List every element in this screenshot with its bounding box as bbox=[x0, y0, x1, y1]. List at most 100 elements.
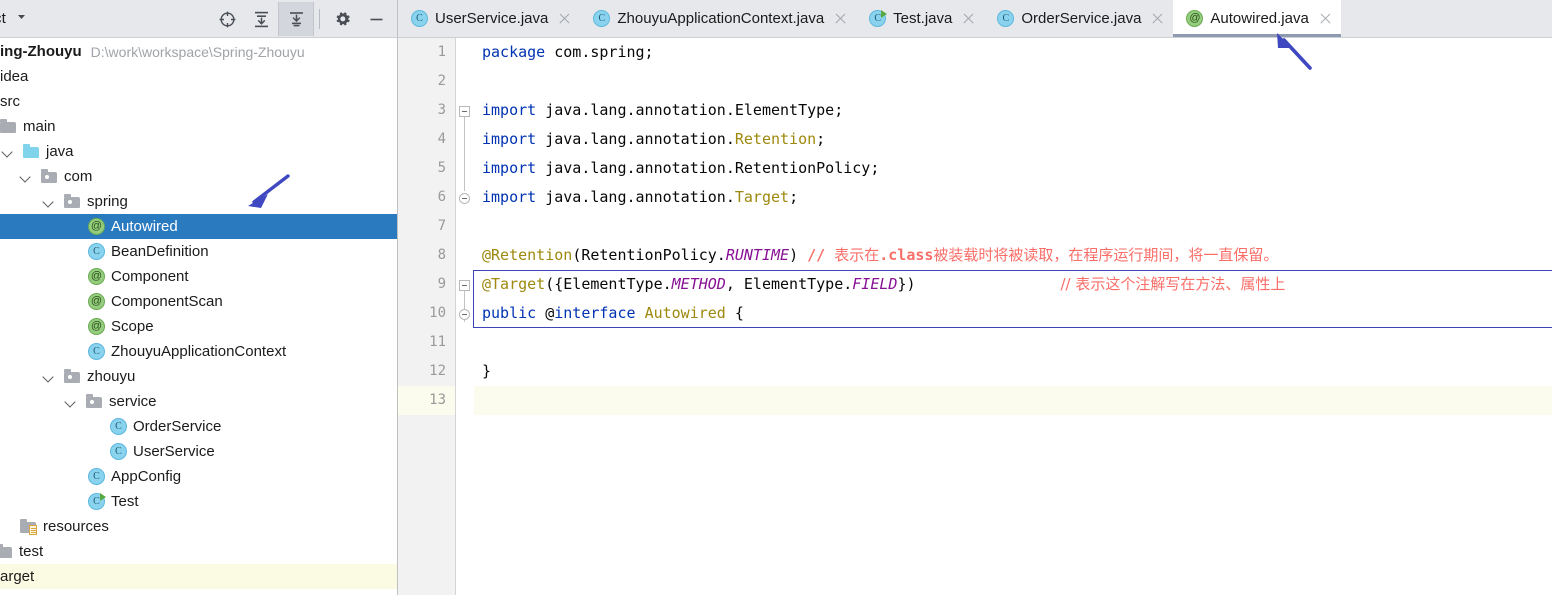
tree-row-zhouyuapplicationcontext[interactable]: C ZhouyuApplicationContext bbox=[0, 339, 397, 364]
token-text: java.lang.annotation. bbox=[545, 130, 735, 148]
locate-icon[interactable] bbox=[210, 2, 244, 36]
editor-area: C UserService.java C ZhouyuApplicationCo… bbox=[398, 0, 1552, 595]
annotation-icon: @ bbox=[88, 268, 105, 285]
tab-autowired-java[interactable]: @ Autowired.java bbox=[1173, 0, 1342, 37]
tree-label: Test bbox=[111, 493, 139, 510]
tree-label: resources bbox=[43, 518, 109, 535]
code-editor[interactable]: 1 2 3 4 5 6 7 8 9 10 11 12 13 package co… bbox=[398, 38, 1552, 595]
class-icon: C bbox=[593, 10, 611, 27]
tree-row-component[interactable]: @ Component bbox=[0, 264, 397, 289]
tree-label: Scope bbox=[111, 318, 154, 335]
close-icon[interactable] bbox=[834, 12, 847, 25]
close-icon[interactable] bbox=[1151, 12, 1164, 25]
folder-icon bbox=[0, 543, 13, 560]
tree-row-main[interactable]: main bbox=[0, 114, 397, 139]
tree-label: idea bbox=[0, 68, 29, 85]
tab-zhouyuapplicationcontext-java[interactable]: C ZhouyuApplicationContext.java bbox=[580, 0, 856, 37]
tree-row-src[interactable]: src bbox=[0, 89, 397, 114]
line-number: 11 bbox=[429, 334, 446, 350]
tree-row-appconfig[interactable]: C AppConfig bbox=[0, 464, 397, 489]
class-icon: C bbox=[411, 10, 428, 27]
token-text: java.lang.annotation.RetentionPolicy; bbox=[545, 159, 880, 177]
gear-icon[interactable] bbox=[325, 2, 359, 36]
tree-row-idea[interactable]: idea bbox=[0, 64, 397, 89]
token-text: java.lang.annotation.ElementType; bbox=[545, 101, 844, 119]
tree-label: UserService bbox=[133, 443, 215, 460]
token-text: ; bbox=[789, 188, 799, 206]
token-constant: FIELD bbox=[852, 275, 898, 293]
tree-row-beandefinition[interactable]: C BeanDefinition bbox=[0, 239, 397, 264]
fold-marker-annotations-end[interactable] bbox=[459, 309, 470, 320]
collapse-all-icon[interactable] bbox=[278, 2, 314, 36]
line-number: 5 bbox=[437, 160, 446, 176]
token-keyword: import bbox=[482, 188, 546, 206]
runnable-class-icon: C bbox=[88, 493, 106, 510]
tree-row-target[interactable]: arget bbox=[0, 564, 397, 589]
tree-row-zhouyu[interactable]: zhouyu bbox=[0, 364, 397, 389]
package-icon bbox=[64, 193, 81, 210]
tree-row-test-folder[interactable]: test bbox=[0, 539, 397, 564]
tree-row-service[interactable]: service bbox=[0, 389, 397, 414]
tree-row-java[interactable]: java bbox=[0, 139, 397, 164]
close-icon[interactable] bbox=[1319, 12, 1332, 25]
tree-row-test-class[interactable]: C Test bbox=[0, 489, 397, 514]
project-pane-title[interactable]: ct bbox=[0, 10, 6, 27]
tab-orderservice-java[interactable]: C OrderService.java bbox=[984, 0, 1173, 37]
line-number: 7 bbox=[437, 218, 446, 234]
runnable-class-icon: C bbox=[869, 10, 888, 27]
tree-row-userservice[interactable]: C UserService bbox=[0, 439, 397, 464]
project-tool-window: ct bbox=[0, 0, 398, 595]
token-annotation: Autowired bbox=[644, 304, 726, 322]
fold-marker-imports-start[interactable] bbox=[459, 106, 470, 117]
tree-row-resources[interactable]: resources bbox=[0, 514, 397, 539]
close-icon[interactable] bbox=[558, 12, 571, 25]
tree-row-project-root[interactable]: ing-Zhouyu D:\work\workspace\Spring-Zhou… bbox=[0, 39, 397, 64]
tree-row-orderservice[interactable]: C OrderService bbox=[0, 414, 397, 439]
line-number: 10 bbox=[429, 305, 446, 321]
tab-userservice-java[interactable]: C UserService.java bbox=[398, 0, 580, 37]
tab-label: Autowired.java bbox=[1210, 10, 1309, 27]
code-line-8: @Retention(RetentionPolicy.RUNTIME) // 表… bbox=[474, 241, 1552, 270]
chevron-down-icon[interactable] bbox=[65, 395, 78, 408]
fold-region-line bbox=[464, 113, 465, 191]
tree-label: test bbox=[19, 543, 44, 560]
chevron-down-icon[interactable] bbox=[2, 145, 15, 158]
chevron-down-icon[interactable] bbox=[20, 170, 33, 183]
code-line-4: import java.lang.annotation.Retention; bbox=[474, 125, 1552, 154]
code-line-1: package com.spring; bbox=[474, 38, 1552, 67]
token-annotation: @Retention bbox=[482, 246, 573, 264]
token-comment: .class bbox=[879, 246, 934, 264]
token-text: ) bbox=[789, 246, 808, 264]
tree-row-spring[interactable]: spring bbox=[0, 189, 397, 214]
minimize-icon[interactable] bbox=[359, 2, 393, 36]
code-line-12: } bbox=[474, 357, 1552, 386]
tree-row-autowired[interactable]: @ Autowired bbox=[0, 214, 397, 239]
chevron-down-icon[interactable] bbox=[15, 10, 28, 28]
tree-row-com[interactable]: com bbox=[0, 164, 397, 189]
line-number: 3 bbox=[437, 102, 446, 118]
chevron-down-icon[interactable] bbox=[43, 195, 56, 208]
tree-row-componentscan[interactable]: @ ComponentScan bbox=[0, 289, 397, 314]
expand-all-icon[interactable] bbox=[244, 2, 278, 36]
token-keyword: package bbox=[482, 43, 555, 61]
fold-marker-imports-end[interactable] bbox=[459, 193, 470, 204]
token-keyword: public bbox=[482, 304, 546, 322]
chevron-down-icon[interactable] bbox=[43, 370, 56, 383]
tree-row-scope[interactable]: @ Scope bbox=[0, 314, 397, 339]
tree-label: spring bbox=[87, 193, 128, 210]
tab-label: Test.java bbox=[893, 10, 953, 27]
code-folding-gutter bbox=[456, 38, 474, 595]
source-folder-icon bbox=[23, 143, 40, 160]
fold-marker-annotations-start[interactable] bbox=[459, 280, 470, 291]
tree-label: ComponentScan bbox=[111, 293, 223, 310]
tab-test-java[interactable]: C Test.java bbox=[856, 0, 984, 37]
annotation-icon: @ bbox=[88, 318, 105, 335]
token-keyword: import bbox=[482, 130, 546, 148]
folder-icon bbox=[0, 118, 17, 135]
token-text: @ bbox=[545, 304, 555, 322]
line-number: 4 bbox=[437, 131, 446, 147]
tree-label: com bbox=[64, 168, 93, 185]
code-text[interactable]: package com.spring; import java.lang.ann… bbox=[473, 38, 1552, 595]
close-icon[interactable] bbox=[962, 12, 975, 25]
